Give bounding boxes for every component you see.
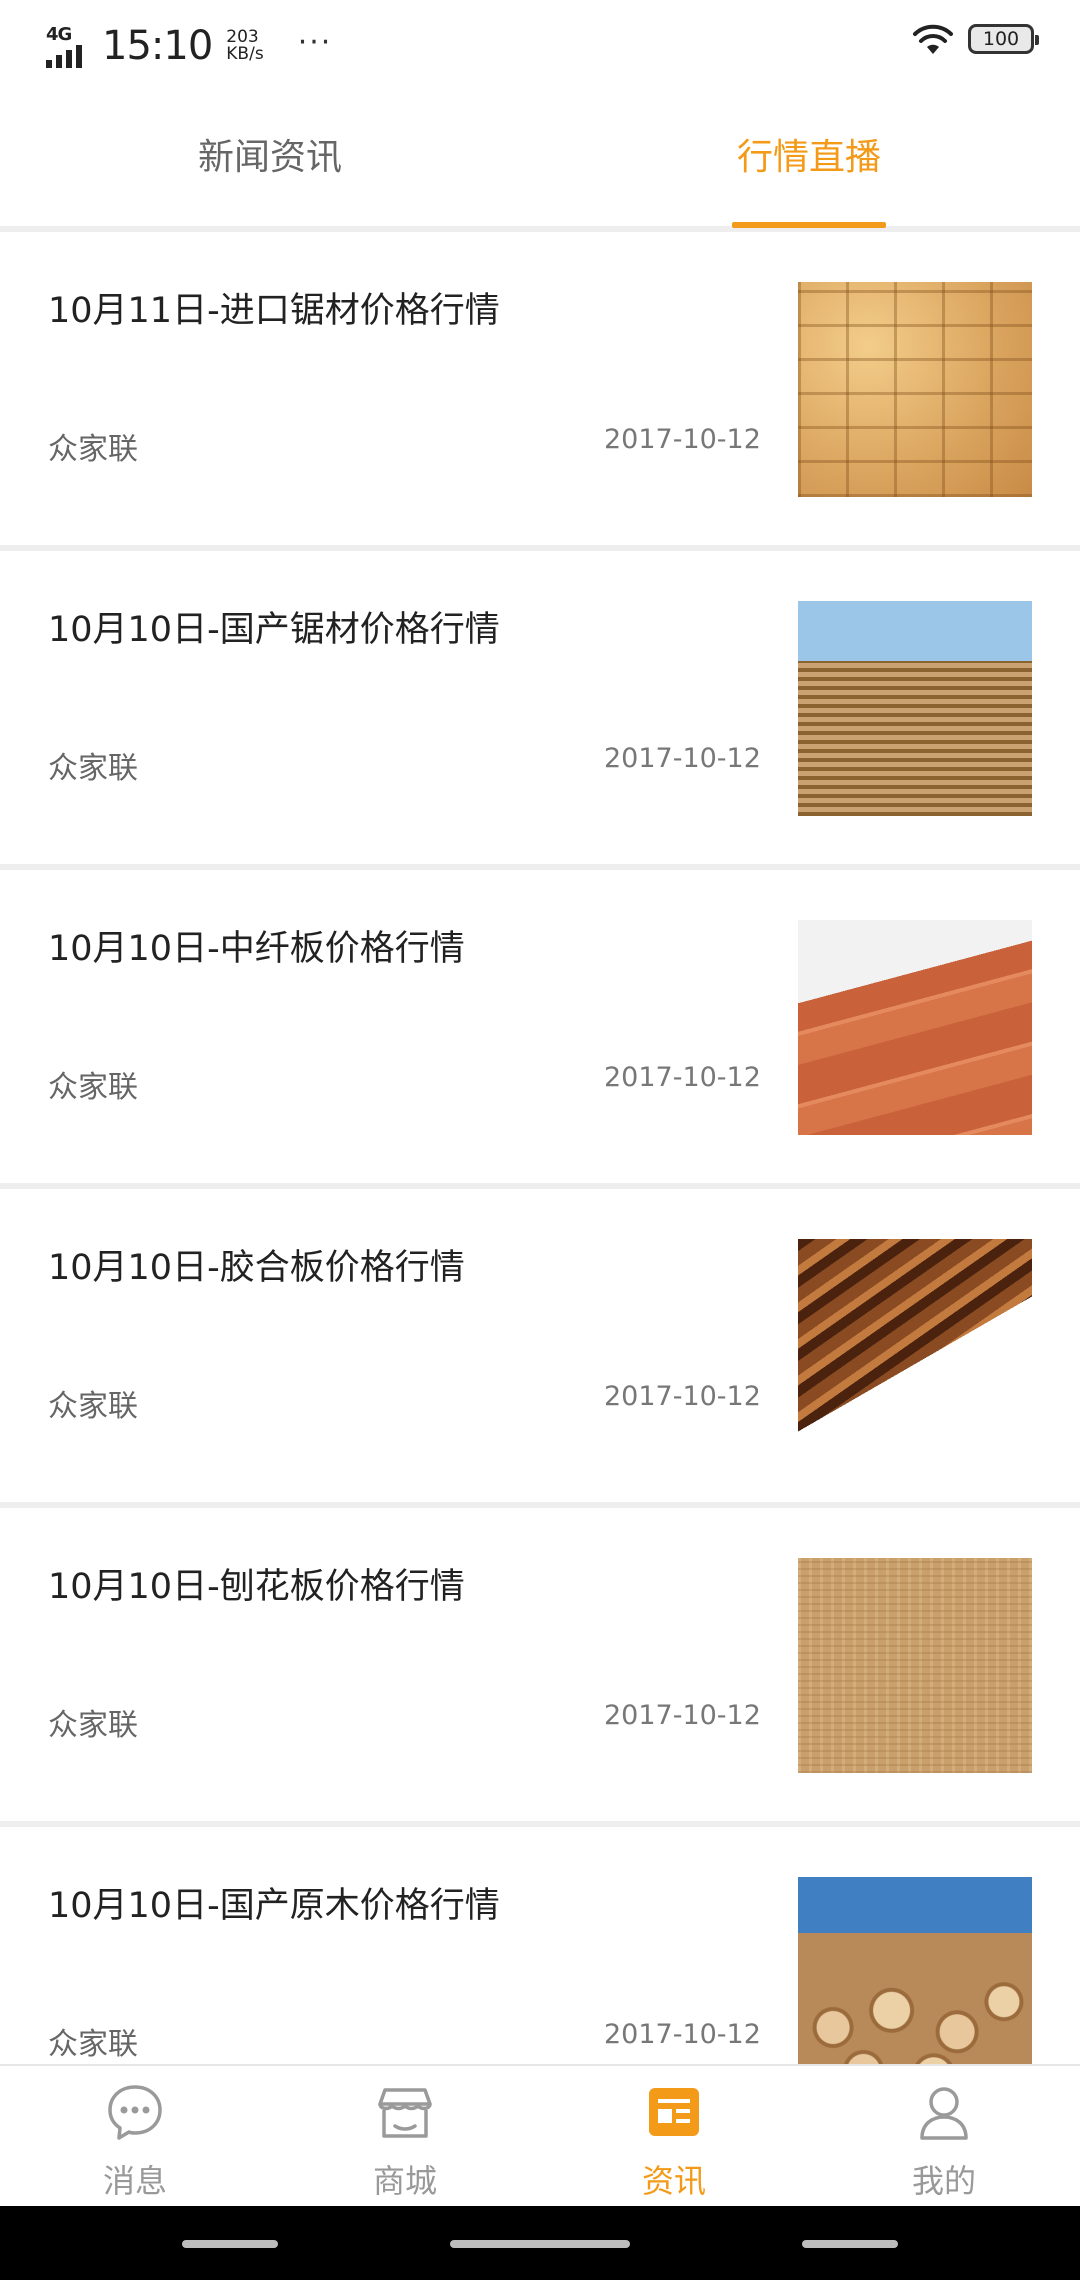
article-thumbnail [798, 601, 1032, 816]
article-source: 众家联 [48, 751, 138, 786]
article-title: 10月10日-国产锯材价格行情 [48, 610, 500, 650]
nav-mine[interactable]: 我的 [854, 2066, 1034, 2206]
article-date: 2017-10-12 [604, 424, 761, 455]
nav-label: 资讯 [641, 2162, 706, 2200]
list-item[interactable]: 10月10日-国产原木价格行情 众家联 2017-10-12 [0, 1827, 1080, 2064]
article-title: 10月10日-中纤板价格行情 [48, 929, 465, 969]
store-icon [378, 2088, 432, 2138]
article-title: 10月10日-国产原木价格行情 [48, 1886, 500, 1926]
menu-gesture-handle[interactable] [182, 2240, 278, 2248]
article-date: 2017-10-12 [604, 1381, 761, 1412]
article-source: 众家联 [48, 1389, 138, 1424]
network-speed: 203 KB/s [226, 29, 263, 63]
bottom-navigation: 消息 商城 资讯 我的 [0, 2064, 1080, 2206]
more-notifications-icon: ··· [297, 24, 333, 60]
article-date: 2017-10-12 [604, 743, 761, 774]
article-list[interactable]: 10月11日-进口锯材价格行情 众家联 2017-10-12 10月10日-国产… [0, 232, 1080, 2064]
article-thumbnail [798, 920, 1032, 1135]
nav-label: 消息 [102, 2162, 167, 2200]
list-item[interactable]: 10月10日-刨花板价格行情 众家联 2017-10-12 [0, 1508, 1080, 1827]
chat-bubble-icon [108, 2085, 162, 2140]
article-thumbnail [798, 282, 1032, 497]
article-title: 10月10日-胶合板价格行情 [48, 1248, 465, 1288]
wifi-icon [913, 24, 953, 54]
article-date: 2017-10-12 [604, 1062, 761, 1093]
article-date: 2017-10-12 [604, 2019, 761, 2050]
battery-level: 100 [982, 28, 1020, 50]
user-icon [920, 2087, 968, 2140]
network-speed-unit: KB/s [226, 44, 264, 64]
article-thumbnail [798, 1877, 1032, 2064]
battery-icon: 100 [968, 24, 1039, 54]
news-icon [649, 2088, 699, 2136]
status-right: 100 [912, 22, 1039, 56]
list-item[interactable]: 10月11日-进口锯材价格行情 众家联 2017-10-12 [0, 232, 1080, 551]
article-title: 10月10日-刨花板价格行情 [48, 1567, 465, 1607]
system-navigation-bar [0, 2206, 1080, 2280]
nav-news[interactable]: 资讯 [584, 2066, 764, 2206]
status-left: 4G 15:10 203 KB/s ··· [46, 18, 332, 74]
article-thumbnail [798, 1558, 1032, 1773]
tab-bar: 新闻资讯 行情直播 [0, 90, 1080, 232]
tab-market-live[interactable]: 行情直播 [732, 128, 886, 200]
active-tab-indicator [732, 222, 886, 228]
cellular-signal-icon: 4G [46, 24, 92, 68]
home-gesture-handle[interactable] [450, 2240, 630, 2248]
back-gesture-handle[interactable] [802, 2240, 898, 2248]
nav-mall[interactable]: 商城 [315, 2066, 495, 2206]
status-bar: 4G 15:10 203 KB/s ··· 100 [0, 0, 1080, 90]
article-thumbnail [798, 1239, 1032, 1454]
article-title: 10月11日-进口锯材价格行情 [48, 291, 500, 331]
list-item[interactable]: 10月10日-中纤板价格行情 众家联 2017-10-12 [0, 870, 1080, 1189]
article-source: 众家联 [48, 1070, 138, 1105]
article-source: 众家联 [48, 2027, 138, 2062]
list-item[interactable]: 10月10日-胶合板价格行情 众家联 2017-10-12 [0, 1189, 1080, 1508]
list-item[interactable]: 10月10日-国产锯材价格行情 众家联 2017-10-12 [0, 551, 1080, 870]
clock: 15:10 [102, 23, 213, 69]
nav-label: 商城 [372, 2162, 437, 2200]
article-source: 众家联 [48, 432, 138, 467]
article-source: 众家联 [48, 1708, 138, 1743]
network-type: 4G [46, 24, 72, 45]
tab-news[interactable]: 新闻资讯 [190, 128, 350, 200]
nav-messages[interactable]: 消息 [45, 2066, 225, 2206]
article-date: 2017-10-12 [604, 1700, 761, 1731]
nav-label: 我的 [911, 2162, 976, 2200]
